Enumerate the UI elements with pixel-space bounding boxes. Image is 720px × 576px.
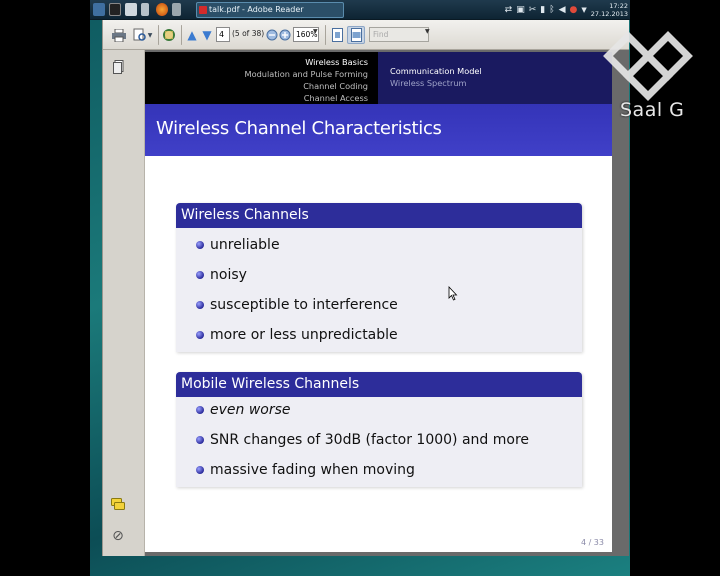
monitor-icon[interactable]: ▣ (516, 5, 525, 15)
next-page-icon[interactable]: ▼ (198, 26, 216, 44)
bullet-icon (196, 301, 204, 309)
pdf-page: Wireless Basics Modulation and Pulse For… (145, 52, 612, 552)
fit-width-icon[interactable] (347, 26, 365, 44)
block-heading: Wireless Channels (176, 203, 582, 228)
app-icon[interactable] (172, 3, 181, 16)
chevron-down-icon[interactable]: ▼ (146, 26, 154, 44)
reader-toolbar: ▼ ▲ ▼ 4 (5 of 38) 160% ▼ Find ▼ (103, 20, 629, 50)
toolbar-separator (158, 25, 159, 45)
clock-date: 27.12.2013 (590, 10, 628, 18)
content-block: Mobile Wireless Channels even worse SNR … (176, 372, 582, 487)
bullet-item: massive fading when moving (176, 457, 582, 487)
bullet-item: more or less unpredictable (176, 322, 582, 352)
slide-title: Wireless Channel Characteristics (156, 118, 442, 139)
battery-icon[interactable]: ▮ (540, 5, 545, 15)
files-icon[interactable] (141, 3, 149, 16)
taskbar-window-label: talk.pdf - Adobe Reader (209, 5, 304, 14)
subsection-link[interactable]: Wireless Spectrum (390, 77, 612, 89)
section-link[interactable]: Channel Access (245, 92, 368, 104)
toolbar-separator (181, 25, 182, 45)
mouse-cursor-icon (448, 286, 458, 301)
slide-navigation-header: Wireless Basics Modulation and Pulse For… (145, 52, 612, 104)
bullet-item: SNR changes of 30dB (factor 1000) and mo… (176, 427, 582, 457)
network-icon[interactable]: ⇄ (505, 5, 513, 15)
subsection-link[interactable]: Communication Model (390, 65, 612, 77)
block-heading: Mobile Wireless Channels (176, 372, 582, 397)
sync-icon[interactable] (160, 26, 178, 44)
zoom-in-icon[interactable] (276, 26, 294, 44)
window-icon[interactable] (125, 3, 137, 16)
scissors-icon[interactable]: ✂ (529, 5, 537, 15)
bullet-icon (196, 331, 204, 339)
slide-title-bar: Wireless Channel Characteristics (145, 104, 612, 156)
chevron-down-icon[interactable]: ▼ (313, 28, 318, 35)
clock-time: 17:22 (609, 2, 628, 10)
section-link[interactable]: Modulation and Pulse Forming (245, 68, 369, 80)
bullet-icon (196, 406, 204, 414)
page-number-input[interactable]: 4 (216, 27, 230, 42)
chevron-down-icon[interactable]: ▼ (425, 28, 430, 35)
bullet-item: susceptible to interference (176, 292, 582, 322)
taskbar-window-button[interactable]: talk.pdf - Adobe Reader (196, 2, 344, 18)
navigation-panel: ⊘ (103, 50, 145, 556)
page-count-label: (5 of 38) (232, 29, 265, 38)
subsection-navigation: Communication Model Wireless Spectrum (378, 52, 612, 104)
pdf-icon (199, 6, 207, 14)
attachment-icon[interactable]: ⊘ (111, 528, 125, 544)
system-tray: ⇄ ▣ ✂ ▮ ᛒ ◀ ● ▼ 17:22 27.12.2013 (505, 0, 628, 20)
taskbar: talk.pdf - Adobe Reader ⇄ ▣ ✂ ▮ ᛒ ◀ ● ▼ … (90, 0, 630, 20)
channel-logo-text: Saal G (620, 99, 685, 121)
toolbar-separator (325, 25, 326, 45)
section-link[interactable]: Wireless Basics (245, 56, 368, 68)
find-input[interactable]: Find (369, 27, 429, 42)
chevron-down-icon[interactable]: ▼ (581, 6, 586, 14)
bullet-item: even worse (176, 397, 582, 427)
slide-page-number: 4 / 33 (580, 538, 604, 547)
fit-page-icon[interactable] (328, 26, 346, 44)
bullet-item: unreliable (176, 232, 582, 262)
bullet-icon (196, 271, 204, 279)
update-icon[interactable]: ● (570, 5, 578, 15)
comments-icon[interactable] (111, 498, 125, 514)
print-icon[interactable] (110, 26, 128, 44)
bullet-icon (196, 436, 204, 444)
section-navigation: Wireless Basics Modulation and Pulse For… (245, 56, 369, 104)
content-block: Wireless Channels unreliable noisy susce… (176, 203, 582, 352)
bullet-icon (196, 241, 204, 249)
bluetooth-icon[interactable]: ᛒ (549, 5, 554, 15)
pages-icon[interactable] (111, 60, 125, 76)
section-link[interactable]: Channel Coding (245, 80, 368, 92)
screen: talk.pdf - Adobe Reader ⇄ ▣ ✂ ▮ ᛒ ◀ ● ▼ … (0, 0, 720, 576)
block-body: unreliable noisy susceptible to interfer… (176, 228, 582, 352)
bullet-item: noisy (176, 262, 582, 292)
browser-icon[interactable] (156, 3, 168, 16)
clock[interactable]: 17:22 27.12.2013 (591, 2, 628, 18)
start-menu-icon[interactable] (93, 3, 105, 16)
volume-icon[interactable]: ◀ (559, 5, 566, 15)
terminal-icon[interactable] (109, 3, 121, 16)
bullet-icon (196, 466, 204, 474)
block-body: even worse SNR changes of 30dB (factor 1… (176, 397, 582, 487)
